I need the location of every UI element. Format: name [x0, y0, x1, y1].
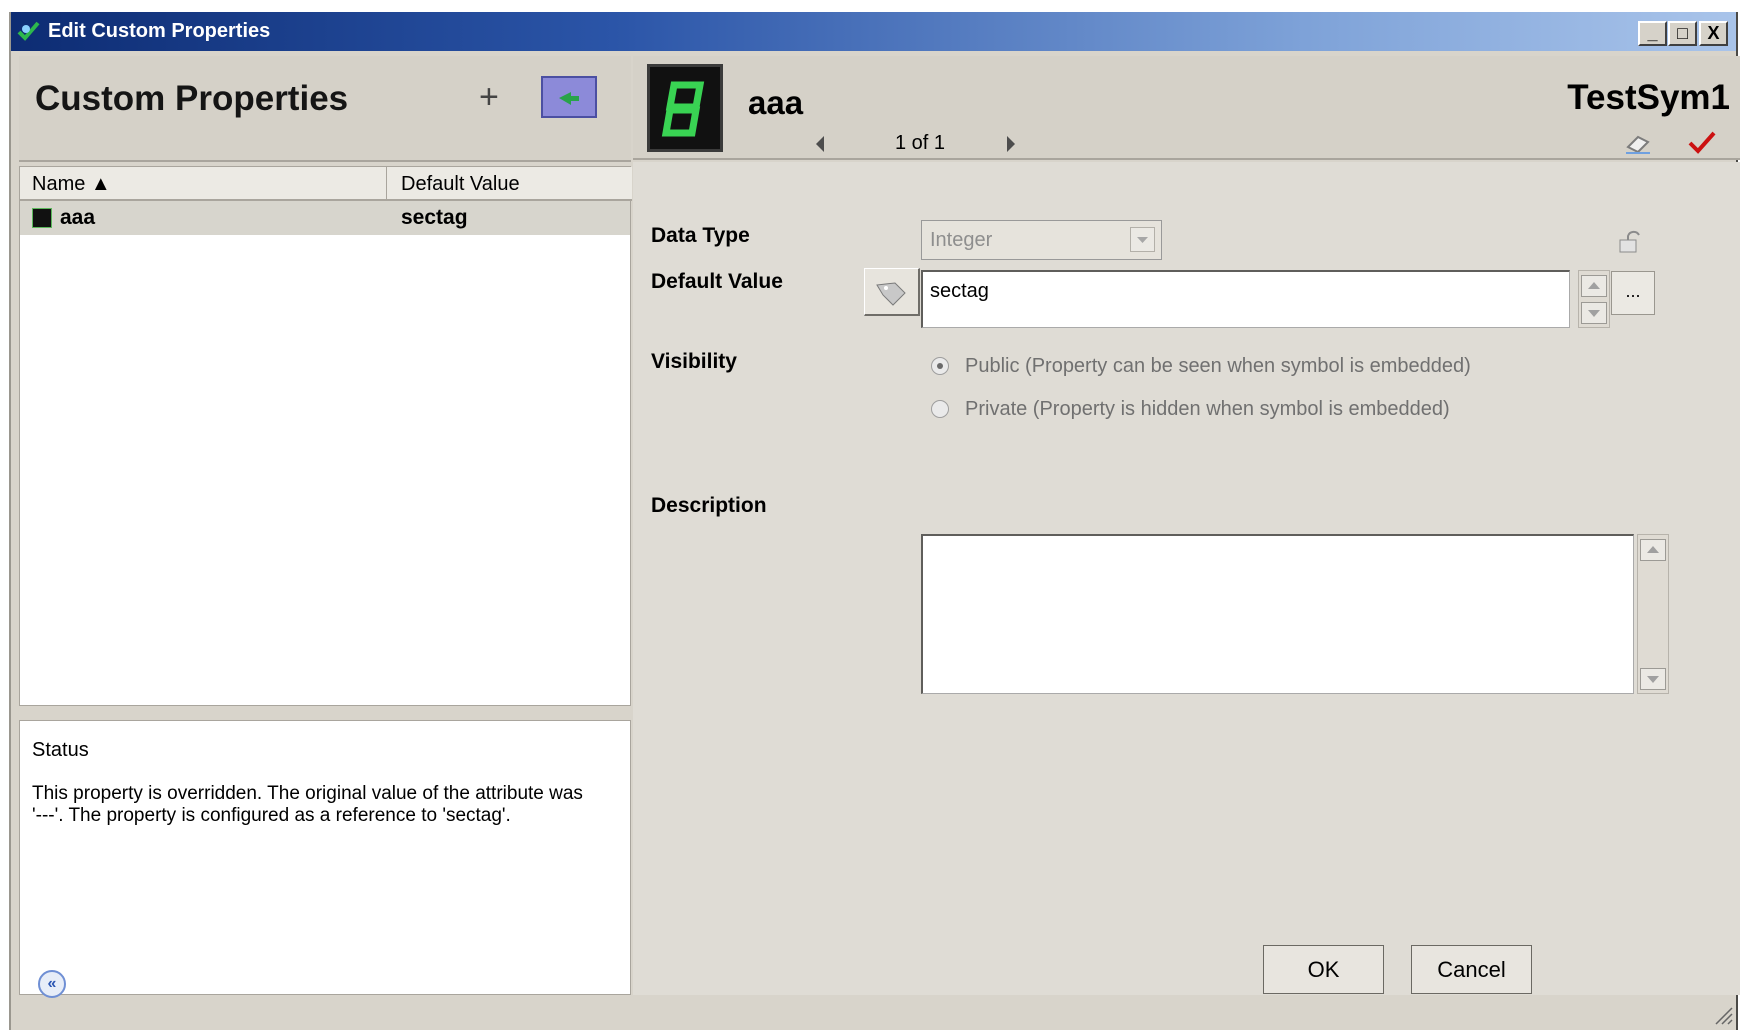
seven-segment-icon [32, 208, 52, 228]
default-value-field[interactable]: sectag [921, 270, 1570, 328]
chevron-down-icon [1130, 227, 1155, 252]
add-property-button[interactable]: + [479, 80, 499, 114]
page-indicator: 1 of 1 [895, 132, 946, 154]
minimize-button[interactable]: _ [1638, 21, 1667, 46]
scroll-up-icon[interactable] [1581, 275, 1607, 297]
name-column-header[interactable]: Name ▲ [20, 167, 387, 201]
visibility-label: Visibility [651, 350, 737, 373]
check-icon[interactable] [1686, 130, 1718, 154]
scroll-down-icon[interactable] [1581, 302, 1607, 324]
panel-title: Custom Properties [35, 79, 349, 118]
scroll-down-icon[interactable] [1640, 668, 1666, 690]
property-name-title: aaa [748, 84, 804, 121]
browse-button[interactable]: ... [1611, 271, 1655, 315]
scroll-up-icon[interactable] [1640, 539, 1666, 561]
status-panel: Status This property is overridden. The … [19, 720, 631, 995]
default-value-text: sectag [930, 280, 989, 302]
right-panel: aaa TestSym1 1 of 1 Data Type Integer De… [633, 56, 1740, 995]
left-header: Custom Properties + [19, 56, 631, 162]
cancel-button[interactable]: Cancel [1411, 945, 1532, 994]
green-arrow-icon [559, 92, 579, 105]
default-value-label: Default Value [651, 270, 783, 293]
public-radio-label: Public (Property can be seen when symbol… [965, 355, 1471, 377]
title-bar: Edit Custom Properties _ □ X [11, 12, 1736, 51]
radio-unselected-icon [931, 400, 949, 418]
data-type-label: Data Type [651, 224, 750, 247]
private-radio-label: Private (Property is hidden when symbol … [965, 398, 1450, 420]
app-check-icon [17, 21, 40, 41]
description-scrollbar[interactable] [1637, 534, 1669, 694]
description-field[interactable] [921, 534, 1634, 694]
edit-custom-properties-window: Edit Custom Properties _ □ X Custom Prop… [9, 12, 1740, 1030]
window-title: Edit Custom Properties [48, 20, 271, 42]
description-label: Description [651, 494, 767, 517]
maximize-button[interactable]: □ [1668, 21, 1697, 46]
table-row[interactable]: aaa sectag [20, 201, 630, 235]
eraser-icon[interactable] [1623, 132, 1653, 154]
property-name-cell: aaa [60, 206, 96, 229]
properties-grid: Name ▲ Default Value aaa sectag [19, 166, 632, 706]
close-button[interactable]: X [1699, 21, 1728, 46]
status-title: Status [32, 739, 89, 761]
next-arrow-icon[interactable] [1004, 134, 1018, 154]
tag-button[interactable] [864, 268, 920, 316]
left-panel: Custom Properties + Name ▲ Default Value… [19, 56, 632, 995]
default-value-column-header[interactable]: Default Value [387, 167, 632, 201]
collapse-button[interactable]: « [38, 970, 66, 998]
data-type-value: Integer [930, 229, 993, 251]
symbol-name: TestSym1 [1567, 78, 1730, 117]
property-form: Data Type Integer Default Value sectag .… [633, 162, 1740, 995]
property-header: aaa TestSym1 1 of 1 [633, 56, 1740, 160]
data-type-select[interactable]: Integer [921, 220, 1162, 260]
tag-icon [876, 282, 906, 306]
lock-icon[interactable] [1615, 228, 1643, 256]
resize-grip-icon[interactable] [1712, 1004, 1734, 1026]
default-value-scrollbar[interactable] [1578, 270, 1610, 328]
property-value-cell: sectag [401, 206, 468, 229]
ok-button[interactable]: OK [1263, 945, 1384, 994]
green-arrow-button[interactable] [541, 76, 597, 118]
previous-arrow-icon[interactable] [814, 134, 828, 154]
footer: « OK Cancel [11, 945, 1736, 1030]
seven-segment-icon [647, 64, 723, 152]
radio-selected-icon [931, 357, 949, 375]
status-text: This property is overridden. The origina… [32, 783, 583, 826]
